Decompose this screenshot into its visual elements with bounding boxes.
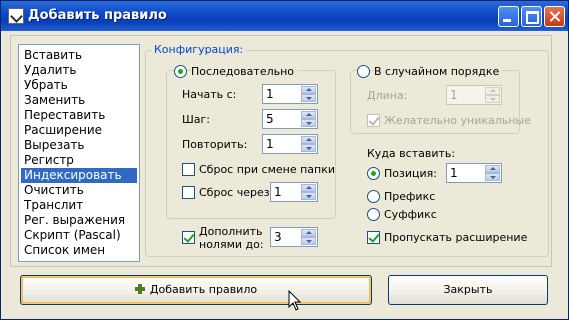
- spin-down-icon[interactable]: [301, 144, 316, 152]
- prefix-radio[interactable]: [367, 190, 380, 203]
- start-spinner[interactable]: 1: [262, 84, 318, 104]
- maximize-button[interactable]: [521, 6, 542, 27]
- rule-list-item[interactable]: Регистр: [21, 153, 137, 168]
- suffix-label: Суффикс: [384, 208, 437, 221]
- spin-up-icon[interactable]: [301, 229, 316, 237]
- step-spinner[interactable]: 5: [262, 109, 318, 129]
- suffix-radio[interactable]: [367, 208, 380, 221]
- position-label: Позиция:: [384, 167, 437, 180]
- rule-list-item[interactable]: Переставить: [21, 108, 137, 123]
- rule-list-item[interactable]: Список имен: [21, 243, 137, 258]
- close-label: Закрыть: [443, 283, 493, 296]
- reset-every-spinner[interactable]: 1: [270, 182, 318, 202]
- spin-down-icon[interactable]: [485, 173, 500, 181]
- pad-zeros-label-1: Дополнить: [199, 225, 263, 238]
- position-spinner[interactable]: 1: [446, 163, 502, 183]
- rule-list-item[interactable]: Заменить: [21, 93, 137, 108]
- spin-down-icon[interactable]: [485, 95, 500, 103]
- minimize-button[interactable]: [498, 6, 519, 27]
- repeat-label: Повторить:: [182, 138, 248, 151]
- step-label: Шаг:: [182, 113, 210, 126]
- spin-up-icon[interactable]: [301, 184, 316, 192]
- rule-list-item[interactable]: Транслит: [21, 198, 137, 213]
- position-radio[interactable]: [367, 167, 380, 180]
- position-value: 1: [450, 166, 458, 180]
- title-bar[interactable]: Добавить правило: [1, 1, 568, 31]
- skip-extension-checkbox[interactable]: [367, 231, 380, 244]
- reset-on-folder-label: Сброс при смене папки: [199, 163, 336, 176]
- reset-every-checkbox[interactable]: [182, 186, 195, 199]
- rule-list-item[interactable]: Расширение: [21, 123, 137, 138]
- rule-list-item[interactable]: Вставить: [21, 48, 137, 63]
- pad-zeros-label-2: нолями до:: [199, 238, 264, 251]
- pad-zeros-value: 3: [274, 230, 282, 244]
- config-caption: Конфигурация:: [152, 43, 246, 56]
- add-rule-label: Добавить правило: [149, 283, 258, 296]
- length-value: 1: [450, 88, 458, 102]
- start-value: 1: [266, 87, 274, 101]
- start-label: Начать с:: [182, 88, 237, 101]
- spin-down-icon[interactable]: [301, 192, 316, 200]
- rule-list-item[interactable]: Индексировать: [21, 168, 137, 183]
- reset-every-label: Сброс через:: [199, 186, 274, 199]
- spin-up-icon[interactable]: [485, 165, 500, 173]
- repeat-value: 1: [266, 137, 274, 151]
- rule-list-item[interactable]: Вырезать: [21, 138, 137, 153]
- rules-listbox[interactable]: Вставить Удалить Убрать Заменить Переставить…: [18, 44, 140, 262]
- length-label: Длина:: [367, 89, 408, 102]
- add-rule-button[interactable]: Добавить правило: [20, 275, 372, 305]
- spin-up-icon[interactable]: [301, 86, 316, 94]
- reset-every-value: 1: [274, 185, 282, 199]
- reset-on-folder-checkbox[interactable]: [182, 163, 195, 176]
- rule-list-item[interactable]: Удалить: [21, 63, 137, 78]
- prefix-label: Префикс: [384, 190, 436, 203]
- unique-label: Желательно уникальные: [384, 114, 531, 127]
- spin-up-icon[interactable]: [301, 136, 316, 144]
- rule-list-item[interactable]: Рег. выражения: [21, 213, 137, 228]
- spin-down-icon[interactable]: [301, 237, 316, 245]
- sequential-radio[interactable]: [174, 65, 187, 78]
- pad-zeros-spinner[interactable]: 3: [270, 227, 318, 247]
- repeat-spinner[interactable]: 1: [262, 134, 318, 154]
- random-label: В случайном порядке: [374, 65, 503, 79]
- close-button[interactable]: Закрыть: [388, 275, 548, 305]
- random-radio[interactable]: [357, 65, 370, 78]
- spin-down-icon[interactable]: [301, 94, 316, 102]
- rule-list-item[interactable]: Скрипт (Pascal): [21, 228, 137, 243]
- plus-icon: [134, 284, 145, 294]
- pad-zeros-checkbox[interactable]: [182, 231, 195, 244]
- sequential-label: Последовательно: [191, 65, 298, 79]
- window-title: Добавить правило: [28, 8, 167, 23]
- spin-up-icon[interactable]: [301, 111, 316, 119]
- insert-caption: Куда вставить:: [367, 147, 456, 160]
- rule-list-item[interactable]: Очистить: [21, 183, 137, 198]
- spin-down-icon[interactable]: [301, 119, 316, 127]
- length-spinner[interactable]: 1: [446, 85, 502, 105]
- app-icon: [8, 8, 24, 24]
- skip-extension-label: Пропускать расширение: [384, 231, 528, 244]
- close-window-button[interactable]: [544, 6, 565, 27]
- unique-checkbox[interactable]: [367, 114, 380, 127]
- spin-up-icon[interactable]: [485, 87, 500, 95]
- step-value: 5: [266, 112, 274, 126]
- rule-list-item[interactable]: Убрать: [21, 78, 137, 93]
